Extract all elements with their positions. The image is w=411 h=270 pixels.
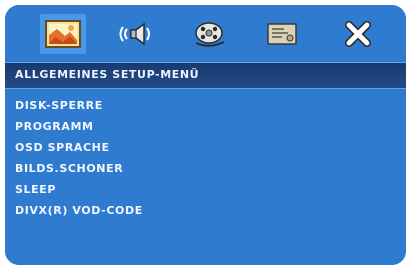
- page-title: ALLGEMEINES SETUP-MENÜ: [15, 68, 200, 81]
- tab-general-setup[interactable]: [40, 14, 86, 54]
- menu-item-divx-vod-code[interactable]: DIVX(R) VOD-CODE: [15, 204, 143, 217]
- tab-preferences[interactable]: [259, 14, 305, 54]
- setup-screen: ALLGEMEINES SETUP-MENÜ DISK-SPERRE PROGR…: [5, 5, 406, 265]
- close-icon: [345, 21, 371, 47]
- tab-exit[interactable]: [335, 14, 381, 54]
- setup-menu-list: DISK-SPERRE PROGRAMM OSD SPRACHE BILDS.S…: [5, 91, 406, 265]
- menu-item-sleep[interactable]: SLEEP: [15, 183, 56, 196]
- tab-audio-setup[interactable]: [112, 14, 158, 54]
- preferences-panel-icon: [267, 23, 297, 45]
- icon-toolbar: [5, 5, 406, 61]
- audio-speaker-icon: [119, 22, 150, 46]
- menu-item-screensaver[interactable]: BILDS.SCHONER: [15, 162, 123, 175]
- tab-video-setup[interactable]: [187, 14, 233, 54]
- menu-item-osd-language[interactable]: OSD SPRACHE: [15, 141, 110, 154]
- video-reel-icon: [195, 22, 225, 47]
- general-setup-icon: [45, 20, 81, 48]
- menu-item-program[interactable]: PROGRAMM: [15, 120, 94, 133]
- menu-header: ALLGEMEINES SETUP-MENÜ: [5, 62, 406, 89]
- menu-item-disk-lock[interactable]: DISK-SPERRE: [15, 99, 103, 112]
